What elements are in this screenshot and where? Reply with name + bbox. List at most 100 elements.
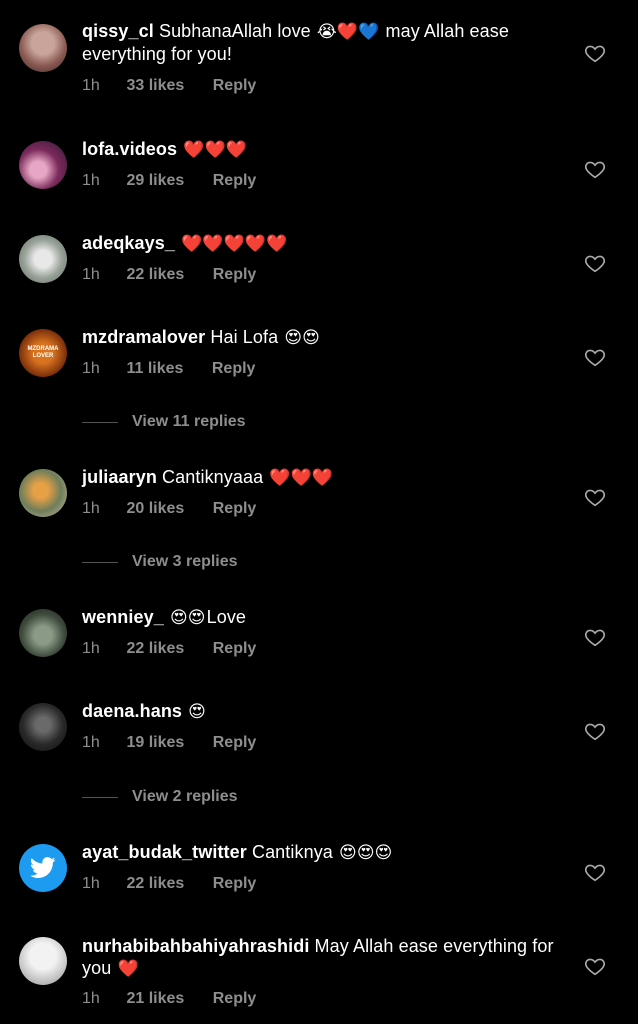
comment-body: adeqkays_ ❤️❤️❤️❤️❤️ 1h 22 likes Reply [82,232,562,283]
reply-button[interactable]: Reply [213,875,257,893]
comment-emojis: 😍😍😍 [339,843,393,863]
reply-button[interactable]: Reply [213,77,257,95]
comment-meta: 1h 33 likes Reply [82,77,256,95]
comment-username[interactable]: juliaaryn [82,467,157,487]
comment-likes[interactable]: 22 likes [126,266,184,284]
comment-body: lofa.videos ❤️❤️❤️ 1h 29 likes Reply [82,138,562,189]
comment-body: nurhabibahbahiyahrashidi May Allah ease … [82,935,562,1007]
heart-outline-icon[interactable] [584,42,606,64]
comment-body: qissy_cl SubhanaAllah love 😭❤️💙 may Alla… [82,20,562,94]
comment-likes[interactable]: 22 likes [126,875,184,893]
avatar[interactable]: MZDRAMA LOVER [19,329,67,377]
comment-time: 1h [82,990,100,1007]
reply-button[interactable]: Reply [213,266,257,284]
comment-message-2: Love [206,607,247,627]
avatar[interactable] [19,141,67,189]
reply-button[interactable]: Reply [213,500,257,518]
view-replies-button[interactable]: View 11 replies [82,413,246,431]
reply-button[interactable]: Reply [213,990,257,1008]
comment-body: ayat_budak_twitter Cantiknya 😍😍😍 1h 22 l… [82,841,562,892]
comment-text: ayat_budak_twitter Cantiknya 😍😍😍 [82,841,562,864]
comment-emojis: ❤️❤️❤️ [183,140,248,160]
comment-emojis: 😍 [188,702,206,722]
comment-meta: 1h 22 likes Reply [82,875,256,893]
comment-meta: 1h 20 likes Reply [82,500,256,518]
comments-feed: qissy_cl SubhanaAllah love 😭❤️💙 may Alla… [0,0,638,1024]
reply-button[interactable]: Reply [213,734,257,752]
heart-outline-icon[interactable] [584,955,606,977]
reply-button[interactable]: Reply [213,640,257,658]
heart-outline-icon[interactable] [584,158,606,180]
view-replies-label: View 11 replies [132,413,246,430]
comment-message: Cantiknyaaa [162,467,264,487]
comment-username[interactable]: lofa.videos [82,139,177,159]
comment-time: 1h [82,266,100,283]
view-replies-button[interactable]: View 2 replies [82,788,238,806]
avatar[interactable] [19,937,67,985]
avatar[interactable] [19,703,67,751]
comment-time: 1h [82,77,100,94]
view-replies-label: View 2 replies [132,788,238,805]
heart-outline-icon[interactable] [584,720,606,742]
comment-message: Hai Lofa [210,327,279,347]
avatar[interactable] [19,844,67,892]
comment-username[interactable]: nurhabibahbahiyahrashidi [82,936,309,956]
view-replies-label: View 3 replies [132,553,238,570]
comment-likes[interactable]: 19 likes [126,734,184,752]
comment-body: juliaaryn Cantiknyaaa ❤️❤️❤️ 1h 20 likes… [82,466,562,517]
comment-likes[interactable]: 22 likes [126,640,184,658]
heart-outline-icon[interactable] [584,252,606,274]
comment-text: nurhabibahbahiyahrashidi May Allah ease … [82,935,562,980]
heart-outline-icon[interactable] [584,626,606,648]
heart-outline-icon[interactable] [584,346,606,368]
comment-text: daena.hans 😍 [82,700,562,723]
comment-username[interactable]: wenniey_ [82,607,164,627]
comment-username[interactable]: daena.hans [82,701,182,721]
comment-text: wenniey_ 😍😍Love [82,606,562,629]
replies-divider [82,796,118,798]
heart-outline-icon[interactable] [584,861,606,883]
comment-username[interactable]: adeqkays_ [82,233,175,253]
comment-text: mzdramalover Hai Lofa 😍😍 [82,326,562,349]
avatar[interactable] [19,469,67,517]
comment-meta: 1h 29 likes Reply [82,172,256,190]
comment-emojis: ❤️❤️❤️ [269,468,334,488]
comment-emojis: 😍😍 [284,328,320,348]
replies-divider [82,421,118,423]
comment-emojis: 😍😍 [169,608,206,628]
comment-emojis: 😭❤️💙 [316,22,380,42]
comment-likes[interactable]: 21 likes [126,990,184,1008]
comment-body: wenniey_ 😍😍Love 1h 22 likes Reply [82,606,562,657]
comment-time: 1h [82,734,100,751]
avatar[interactable] [19,609,67,657]
comment-meta: 1h 21 likes Reply [82,990,256,1008]
reply-button[interactable]: Reply [213,172,257,190]
reply-button[interactable]: Reply [212,360,256,378]
comment-message: Cantiknya [251,842,333,862]
avatar[interactable] [19,235,67,283]
avatar-label: MZDRAMA LOVER [27,346,59,359]
comment-likes[interactable]: 20 likes [126,500,184,518]
comment-meta: 1h 22 likes Reply [82,640,256,658]
view-replies-button[interactable]: View 3 replies [82,553,238,571]
avatar[interactable] [19,24,67,72]
comment-username[interactable]: qissy_cl [82,21,154,41]
comment-likes[interactable]: 11 likes [126,360,183,378]
comment-time: 1h [82,640,100,657]
comment-message: SubhanaAllah love [158,21,311,41]
comment-likes[interactable]: 33 likes [126,77,184,95]
heart-outline-icon[interactable] [584,486,606,508]
twitter-bird-icon [30,857,56,878]
comment-meta: 1h 19 likes Reply [82,734,256,752]
comment-username[interactable]: mzdramalover [82,327,205,347]
comment-emojis: ❤️ [117,959,139,979]
comment-time: 1h [82,172,100,189]
comment-time: 1h [82,875,100,892]
comment-emojis: ❤️❤️❤️❤️❤️ [181,234,288,254]
comment-likes[interactable]: 29 likes [126,172,184,190]
comment-meta: 1h 11 likes Reply [82,360,255,378]
comment-username[interactable]: ayat_budak_twitter [82,842,247,862]
comment-text: juliaaryn Cantiknyaaa ❤️❤️❤️ [82,466,562,489]
comment-meta: 1h 22 likes Reply [82,266,256,284]
comment-text: lofa.videos ❤️❤️❤️ [82,138,562,161]
